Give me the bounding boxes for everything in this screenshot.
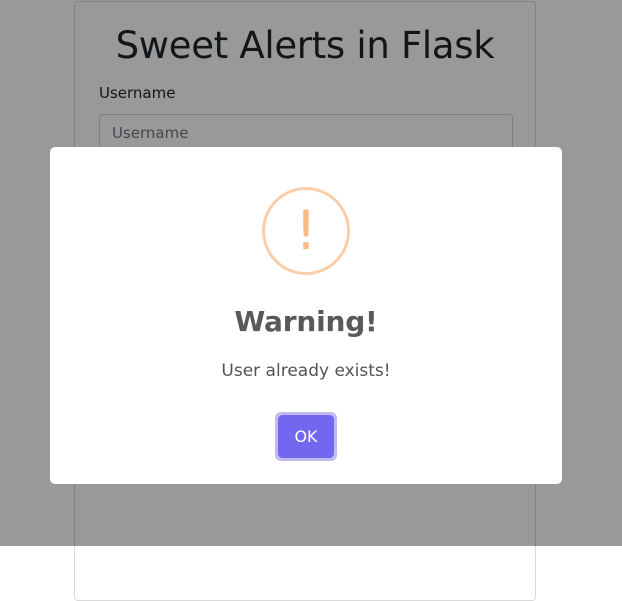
- alert-title: Warning!: [234, 305, 378, 338]
- warning-icon-glyph: !: [295, 199, 317, 262]
- warning-icon: !: [262, 187, 350, 275]
- ok-button[interactable]: OK: [278, 415, 334, 458]
- alert-dialog: ! Warning! User already exists! OK: [50, 147, 562, 484]
- alert-message: User already exists!: [221, 361, 391, 381]
- ok-button-focus-ring: OK: [275, 412, 337, 461]
